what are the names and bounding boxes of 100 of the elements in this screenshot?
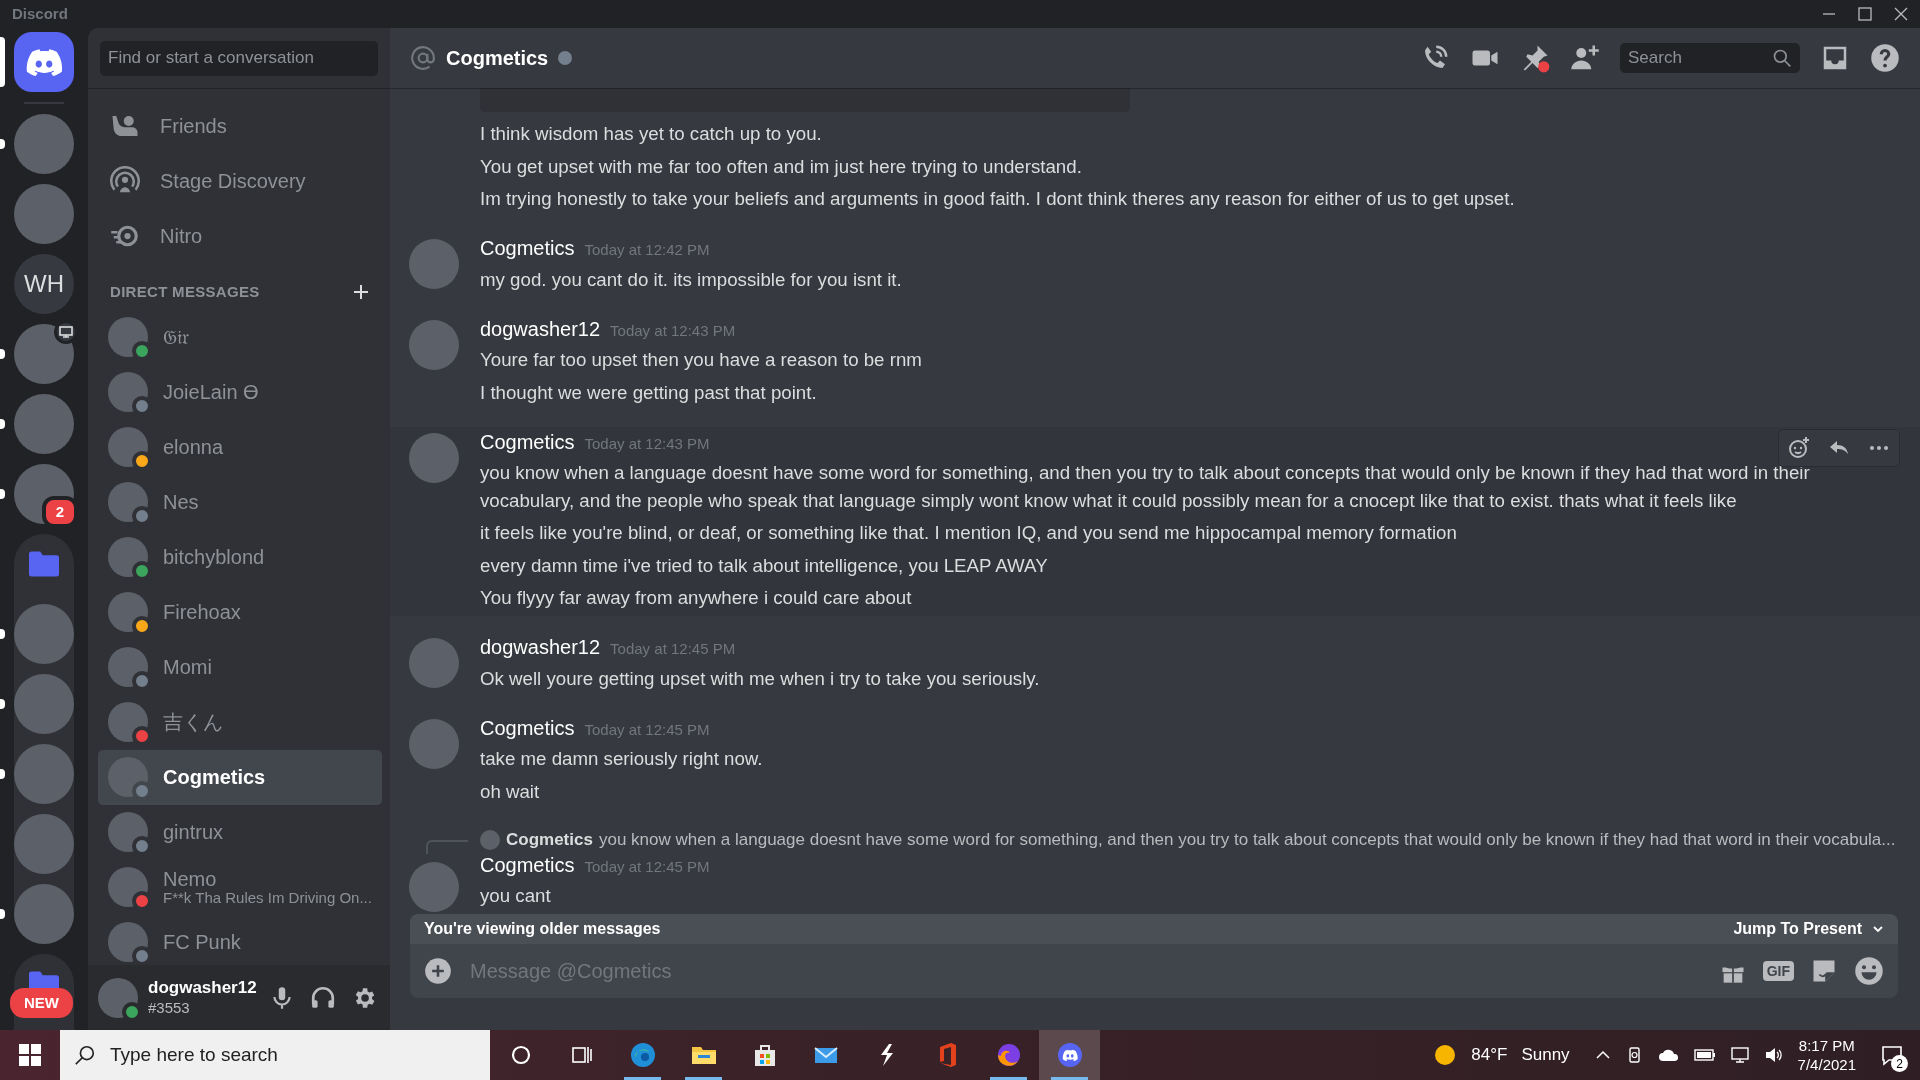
- dm-item[interactable]: 𝔊𝔦𝔯: [98, 309, 382, 365]
- speaker-icon[interactable]: [1763, 1046, 1784, 1064]
- reply-connector: [426, 839, 468, 854]
- avatar: [108, 757, 148, 797]
- server-image-button[interactable]: [14, 324, 74, 384]
- avatar: [108, 537, 148, 577]
- maximize-icon[interactable]: [1858, 7, 1872, 21]
- help-icon: [1870, 43, 1900, 73]
- notifications-button[interactable]: 2: [1870, 1030, 1914, 1080]
- weather-condition[interactable]: Sunny: [1521, 1042, 1570, 1068]
- dm-item[interactable]: bitchyblond: [98, 529, 382, 585]
- friends-link[interactable]: Friends: [98, 98, 382, 153]
- avatar: [108, 647, 148, 687]
- author-name[interactable]: Cogmetics: [480, 428, 575, 456]
- author-name[interactable]: Cogmetics: [480, 851, 575, 879]
- message-text: it feels like you're blind, or deaf, or something like that. I mention IQ, and you send me hippocampal memory formation: [480, 521, 1458, 545]
- avatar: [108, 702, 148, 742]
- user-avatar[interactable]: [98, 977, 138, 1018]
- sun-icon[interactable]: [1433, 1043, 1458, 1067]
- message-text: I thought we were getting past that point.: [480, 380, 818, 405]
- message-text: I think wisdom has yet to catch up to you.: [480, 122, 823, 146]
- stage-discovery-link[interactable]: Stage Discovery: [98, 153, 382, 208]
- avatar: [108, 427, 148, 467]
- avatar: [108, 592, 148, 632]
- message-text: You flyyy far away from anywhere i could care about: [480, 586, 913, 610]
- conversation-search-field[interactable]: Find or start a conversation: [100, 40, 378, 76]
- server-button[interactable]: WH: [14, 254, 74, 314]
- nitro-link[interactable]: Nitro: [98, 208, 382, 263]
- jump-to-present-button[interactable]: Jump To Present: [1733, 917, 1884, 941]
- temperature[interactable]: 84°F: [1471, 1042, 1508, 1068]
- message-text: take me damn seriously right now.: [480, 747, 764, 771]
- app-title: Discord: [12, 3, 68, 24]
- dm-name: Nemo: [163, 867, 218, 890]
- taskbar-app-button[interactable]: [1039, 1030, 1100, 1080]
- add-attachment-icon[interactable]: [424, 957, 452, 985]
- avatar: [108, 482, 148, 522]
- battery-icon[interactable]: [1693, 1046, 1716, 1064]
- ellipsis-icon: [1870, 445, 1888, 450]
- headphones-icon: [310, 984, 337, 1011]
- username: dogwasher12: [148, 978, 257, 999]
- message-text: every damn time i've tried to talk about intelligence, you LEAP AWAY: [480, 553, 1049, 578]
- reply-preview-text[interactable]: you know when a language doesnt have some word for something, and then you try to talk about concepts that would only be known if they had that word in their vocabula...: [598, 827, 1896, 852]
- message-text: Youre far too upset then you have a reason to be rnm: [480, 348, 923, 372]
- dm-item[interactable]: Firehoax: [98, 584, 382, 640]
- close-icon[interactable]: [1894, 7, 1908, 21]
- avatar: [108, 867, 148, 907]
- smiley-icon[interactable]: [1854, 956, 1884, 986]
- search-field[interactable]: Search: [1620, 43, 1800, 73]
- message-text: you cant: [480, 884, 552, 908]
- timestamp: Today at 12:45 PM: [610, 639, 736, 659]
- message-text: oh wait: [480, 779, 541, 804]
- reply-author[interactable]: Cogmetics: [506, 827, 593, 852]
- home-button[interactable]: [14, 32, 74, 92]
- channel-name: Cogmetics: [446, 46, 549, 71]
- chat-logo-icon: [1055, 1041, 1084, 1069]
- help-button[interactable]: [1870, 43, 1900, 73]
- author-name[interactable]: dogwasher12: [480, 315, 601, 343]
- at-sign-icon: [410, 45, 436, 71]
- dm-item[interactable]: Cogmetics: [98, 749, 382, 805]
- timestamp: Today at 12:43 PM: [584, 433, 710, 454]
- smiley-plus-icon: [1787, 435, 1811, 460]
- clock-time[interactable]: 8:17 PM: [1797, 1035, 1856, 1055]
- avatar: [108, 317, 148, 357]
- timestamp: Today at 12:43 PM: [610, 320, 736, 341]
- monitor-icon: [59, 326, 73, 338]
- message-text: You get upset with me far too often and im just here trying to understand.: [480, 154, 1083, 179]
- taskbar-search-field[interactable]: Type here to search: [60, 1030, 490, 1080]
- clock-date[interactable]: 7/4/2021: [1797, 1055, 1856, 1075]
- section-heading: DIRECT MESSAGES: [110, 282, 260, 302]
- task-view-icon: [570, 1044, 593, 1066]
- author-name[interactable]: Cogmetics: [480, 714, 575, 742]
- message-text: Im trying honestly to take your beliefs and arguments in good faith. I dont think theres any reason for either of us to get upset.: [480, 187, 1516, 211]
- dm-item[interactable]: gintrux: [98, 804, 382, 860]
- speech-bubble-icon: [1880, 1043, 1904, 1067]
- dm-item[interactable]: JoieLain ϴ: [98, 364, 382, 420]
- timestamp: Today at 12:45 PM: [584, 856, 710, 877]
- older-messages-text: You're viewing older messages: [424, 919, 661, 939]
- chevron-down-icon: [1872, 923, 1884, 935]
- dm-item[interactable]: Nes: [98, 474, 382, 530]
- user-tag: #3553: [148, 998, 257, 1017]
- notification-count: 2: [1891, 1055, 1908, 1072]
- timestamp: Today at 12:45 PM: [584, 719, 710, 740]
- circle-icon: [509, 1044, 532, 1066]
- author-name[interactable]: Cogmetics: [480, 235, 575, 262]
- gif-button[interactable]: GIF: [1762, 961, 1794, 981]
- dm-item[interactable]: Momi: [98, 639, 382, 695]
- message-text: my god. you cant do it. its impossible for you isnt it.: [480, 267, 903, 292]
- wave-logo-icon: [628, 1041, 657, 1069]
- network-monitor-icon[interactable]: [1729, 1046, 1750, 1064]
- reply-avatar: [480, 829, 500, 850]
- timestamp: Today at 12:42 PM: [584, 240, 710, 260]
- search-icon: [1772, 48, 1792, 68]
- author-name[interactable]: dogwasher12: [480, 634, 601, 661]
- avatar: [108, 812, 148, 852]
- message-text: Ok well youre getting upset with me when i try to take you seriously.: [480, 666, 1041, 691]
- dm-item[interactable]: elonna: [98, 419, 382, 475]
- add-icon[interactable]: [352, 283, 370, 302]
- dm-item[interactable]: Nemo F**k Tha Rules Im Driving On...: [98, 859, 382, 915]
- dm-item[interactable]: 吉くん: [98, 694, 382, 750]
- windows-logo-icon: [19, 1044, 41, 1066]
